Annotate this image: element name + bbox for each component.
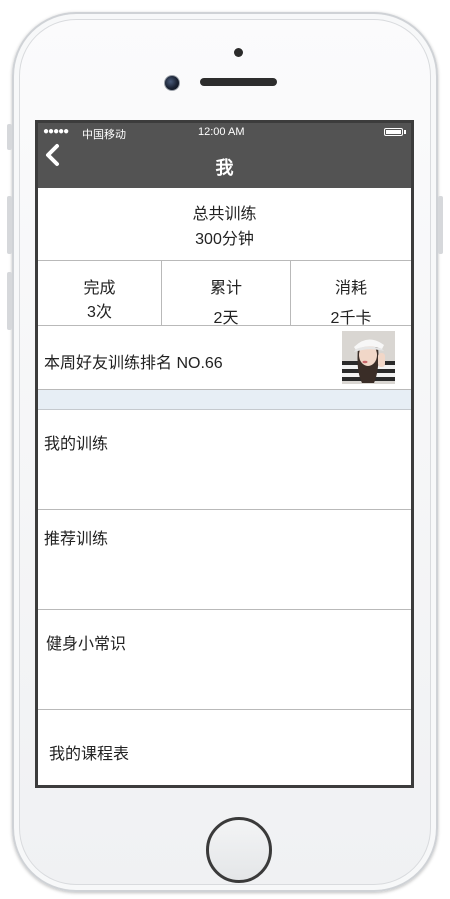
ranking-text: 本周好友训练排名 NO.66 (44, 355, 223, 372)
stat-completed: 完成 3次 (38, 261, 162, 325)
battery-tip (404, 130, 406, 134)
menu-item-label: 健身小常识 (46, 636, 127, 653)
earpiece-speaker (200, 78, 277, 86)
friend-ranking-row[interactable]: 本周好友训练排名 NO.66 (38, 326, 411, 390)
menu-item-label: 我的课程表 (49, 746, 130, 763)
power-button (438, 196, 443, 254)
stat-accumulated: 累计 2天 (162, 261, 291, 327)
top-bar: ●●●●● 中国移动 12:00 AM 我 (38, 123, 411, 188)
volume-up-button (7, 196, 12, 254)
stat-consumed: 消耗 2千卡 (291, 261, 411, 327)
menu-item-my-schedule[interactable]: 我的课程表 (38, 710, 411, 785)
app-screen: ●●●●● 中国移动 12:00 AM 我 总共训练 300分钟 完成 3次 累… (35, 120, 414, 788)
stat-label: 完成 (83, 280, 116, 297)
avatar[interactable] (342, 331, 395, 384)
stats-row: 完成 3次 累计 2天 消耗 2千卡 (38, 261, 411, 327)
stat-label: 消耗 (334, 280, 367, 297)
mute-switch (7, 124, 12, 150)
status-bar: ●●●●● 中国移动 12:00 AM (38, 123, 411, 143)
proximity-sensor (234, 48, 243, 57)
menu-item-recommended-training[interactable]: 推荐训练 (38, 510, 411, 610)
page-title: 我 (215, 158, 234, 178)
front-camera (164, 75, 180, 91)
carrier-label: 中国移动 (82, 129, 126, 141)
menu-item-label: 推荐训练 (44, 531, 109, 548)
menu-item-fitness-tips[interactable]: 健身小常识 (38, 610, 411, 710)
menu-item-label: 我的训练 (44, 436, 109, 453)
total-training-card: 总共训练 300分钟 (38, 188, 411, 261)
battery-icon (384, 128, 403, 136)
stat-value: 2天 (213, 310, 239, 327)
status-time: 12:00 AM (198, 126, 245, 138)
stat-value: 2千卡 (330, 310, 372, 327)
stat-label: 累计 (209, 280, 242, 297)
volume-down-button (7, 272, 12, 330)
section-divider (38, 390, 411, 410)
total-training-label: 总共训练 (192, 206, 257, 223)
stat-value: 3次 (87, 304, 112, 321)
signal-icon: ●●●●● (43, 126, 69, 137)
total-training-value: 300分钟 (195, 231, 254, 248)
home-button[interactable] (206, 817, 272, 883)
menu-item-my-training[interactable]: 我的训练 (38, 410, 411, 510)
